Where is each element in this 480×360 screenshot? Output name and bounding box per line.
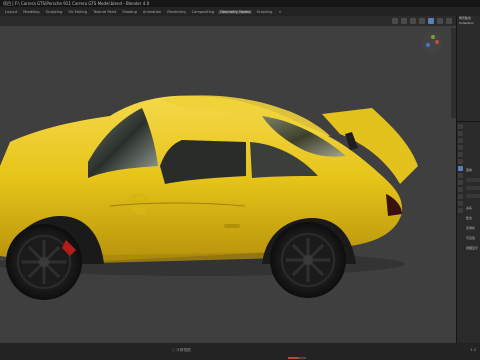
outliner-row[interactable] <box>457 36 480 41</box>
workspace-tabs: Layout Modeling Sculpting UV Editing Tex… <box>0 7 480 16</box>
rotation-field[interactable] <box>466 186 480 190</box>
tab-compositing[interactable]: Compositing <box>190 10 217 14</box>
progress-fill <box>288 357 299 359</box>
3d-viewport[interactable] <box>0 16 456 343</box>
modifier-tab-icon[interactable] <box>458 173 463 178</box>
scene-tab-icon[interactable] <box>458 152 463 157</box>
section-relations[interactable]: 关系 <box>466 206 472 210</box>
physics-tab-icon[interactable] <box>458 187 463 192</box>
tab-layout[interactable]: Layout <box>3 10 19 14</box>
xray-icon[interactable] <box>419 18 425 24</box>
material-shading-icon[interactable] <box>437 18 443 24</box>
tool-tab-icon[interactable] <box>458 124 463 129</box>
window-title: 项目 | F:\ Carrera GTS\Porsche 911 Carrera… <box>0 0 480 7</box>
constraints-tab-icon[interactable] <box>458 194 463 199</box>
viewport-header <box>0 16 456 26</box>
tab-uv-editing[interactable]: UV Editing <box>66 10 89 14</box>
door-handle <box>224 224 240 228</box>
overlay-icon[interactable] <box>410 18 416 24</box>
properties-panel: 变换 关系 集合 实例化 可见性 视图显示 <box>456 121 480 343</box>
outliner-panel: 场景集合 Collection <box>456 16 480 121</box>
output-tab-icon[interactable] <box>458 138 463 143</box>
section-viewport-display[interactable]: 视图显示 <box>466 246 478 250</box>
properties-tabs <box>458 124 464 213</box>
tab-animation[interactable]: Animation <box>141 10 163 14</box>
tab-texture-paint[interactable]: Texture Paint <box>91 10 118 14</box>
object-tab-icon[interactable] <box>458 166 463 171</box>
visibility-icon[interactable] <box>401 18 407 24</box>
render-shading-icon[interactable] <box>446 18 452 24</box>
tab-rendering[interactable]: Rendering <box>165 10 187 14</box>
status-hint: ○ 平移视图 <box>172 348 191 352</box>
y-axis-icon[interactable] <box>431 35 435 39</box>
render-tab-icon[interactable] <box>458 131 463 136</box>
tab-modeling[interactable]: Modeling <box>21 10 41 14</box>
material-tab-icon[interactable] <box>458 208 463 213</box>
location-field[interactable] <box>466 178 480 182</box>
z-axis-icon[interactable] <box>426 43 430 47</box>
x-axis-icon[interactable] <box>435 40 439 44</box>
view-layer-tab-icon[interactable] <box>458 145 463 150</box>
version-label: 4.0 <box>470 348 476 352</box>
tab-scripting[interactable]: Scripting <box>254 10 274 14</box>
tab-shading[interactable]: Shading <box>120 10 139 14</box>
section-instancing[interactable]: 实例化 <box>466 226 475 230</box>
front-wheel <box>6 224 82 300</box>
tab-sculpting[interactable]: Sculpting <box>44 10 65 14</box>
add-workspace-button[interactable]: + <box>276 10 283 14</box>
progress-bar <box>288 357 306 359</box>
section-visibility[interactable]: 可见性 <box>466 236 475 240</box>
data-tab-icon[interactable] <box>458 201 463 206</box>
select-tool-icon[interactable] <box>392 18 398 24</box>
tab-geometry-nodes[interactable]: Geometry Nodes <box>218 9 253 14</box>
car-model[interactable] <box>0 16 456 343</box>
section-transform[interactable]: 变换 <box>466 168 472 172</box>
world-tab-icon[interactable] <box>458 159 463 164</box>
section-collections[interactable]: 集合 <box>466 216 472 220</box>
rear-wheel <box>270 222 346 298</box>
navigation-gizmo[interactable] <box>422 32 442 52</box>
solid-shading-icon[interactable] <box>428 18 434 24</box>
scale-field[interactable] <box>466 194 480 198</box>
status-bar: ○ 平移视图 4.0 <box>0 343 480 360</box>
particles-tab-icon[interactable] <box>458 180 463 185</box>
